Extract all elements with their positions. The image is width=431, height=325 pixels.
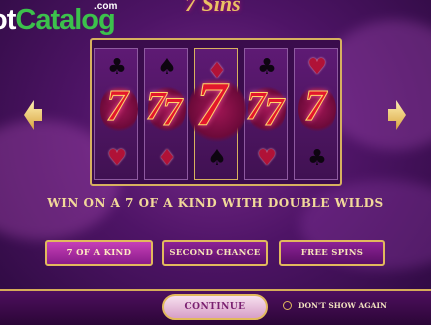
- reel-4-bottom-symbol: ♥: [257, 146, 277, 171]
- reel-4-top-symbol: ♣: [257, 55, 277, 80]
- radio-icon[interactable]: [283, 301, 292, 310]
- tab-second-chance[interactable]: SECOND CHANCE: [162, 240, 268, 266]
- dont-show-again-label: DON'T SHOW AGAIN: [298, 301, 387, 310]
- continue-button[interactable]: CONTINUE: [162, 294, 268, 320]
- reel-2-bottom-symbol: ♦: [157, 146, 177, 171]
- seven-symbol: 7: [304, 81, 327, 131]
- reel-frame: ♣ ♥ ♠ ♦ ♦ ♠ ♣ ♥ ♥ ♣ 7 7 7 7 7 7 7: [90, 38, 342, 186]
- tab-free-spins[interactable]: FREE SPINS: [279, 240, 385, 266]
- reel-2-top-symbol: ♠: [157, 55, 177, 80]
- reel-1-top-symbol: ♣: [107, 55, 127, 80]
- seven-symbol: 7: [106, 81, 129, 131]
- game-logo: 7 Sins: [185, 0, 241, 16]
- feature-description: WIN ON A 7 OF A KIND WITH DOUBLE WILDS: [47, 196, 384, 210]
- reel-5-bottom-symbol: ♣: [307, 146, 327, 171]
- reel-3-bottom-symbol: ♠: [207, 146, 227, 171]
- reel-5-top-symbol: ♥: [307, 55, 327, 80]
- dont-show-again-option[interactable]: DON'T SHOW AGAIN: [283, 301, 387, 310]
- seven-symbol: 7: [264, 89, 285, 135]
- seven-symbol: 7: [162, 89, 183, 135]
- watermark-logo: otCatalog.com: [0, 1, 118, 36]
- seven-symbol-large: 7: [196, 71, 228, 140]
- reel-1-bottom-symbol: ♥: [107, 146, 127, 171]
- tab-7-of-a-kind[interactable]: 7 OF A KIND: [45, 240, 153, 266]
- seven-symbol: 7: [246, 83, 267, 129]
